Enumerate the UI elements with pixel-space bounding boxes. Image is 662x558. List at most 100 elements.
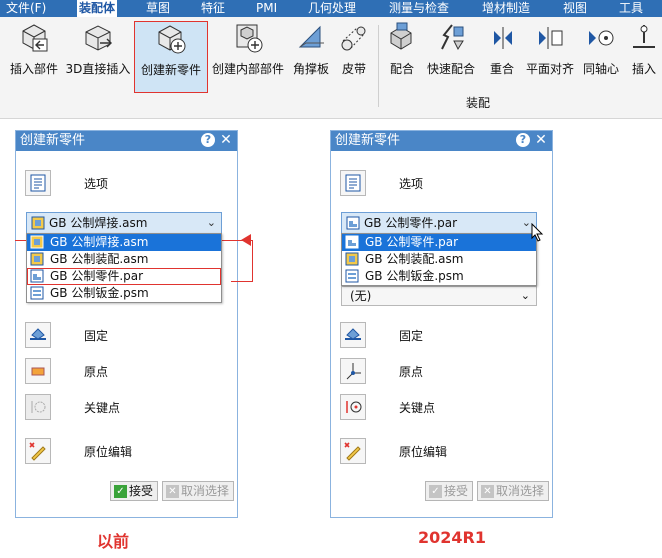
template-combo[interactable]: GB 公制焊接.asm ⌄ [26, 212, 222, 234]
caption-after: 2024R1 [418, 528, 486, 547]
belt-icon [341, 26, 366, 51]
list-item[interactable]: GB 公制钣金.psm [27, 285, 221, 302]
insert-component-button[interactable]: 插入部件 [6, 21, 62, 77]
origin-row[interactable]: 原点 [331, 355, 552, 385]
coincident-icon [494, 27, 512, 49]
create-in-place-icon [236, 24, 263, 53]
menu-measure[interactable]: 测量与检查 [389, 0, 449, 17]
origin-icon[interactable] [25, 358, 51, 384]
options-row[interactable]: 选项 [16, 167, 237, 197]
ribbon-group-separator [378, 25, 379, 107]
keypoint-icon[interactable] [25, 394, 51, 420]
create-new-part-button[interactable]: 创建新零件 [134, 21, 208, 93]
list-item[interactable]: GB 公制零件.par [27, 268, 221, 285]
close-icon[interactable]: ✕ [534, 133, 548, 147]
belt-label: 皮带 [341, 62, 366, 76]
planar-align-label: 平面对齐 [525, 62, 574, 76]
gusset-label: 角撑板 [292, 62, 329, 76]
options-icon[interactable] [25, 170, 51, 196]
menu-feature[interactable]: 特征 [201, 0, 225, 17]
gusset-button[interactable]: 角撑板 [290, 21, 332, 77]
ground-icon[interactable] [25, 322, 51, 348]
insert-button[interactable]: 插入 [628, 21, 660, 77]
annotation-line [252, 240, 253, 282]
create-in-place-label: 创建内部部件 [211, 62, 284, 76]
list-item-label: GB 公制装配.asm [365, 252, 464, 266]
menu-tools[interactable]: 工具 [619, 0, 643, 17]
create-new-part-dialog-before: 创建新零件 ? ✕ 选项 GB 公制焊接.asm ⌄ GB 公制焊接.asm G… [15, 130, 238, 518]
list-item-label: GB 公制焊接.asm [50, 235, 149, 249]
check-icon: ✓ [114, 484, 127, 498]
par-file-icon [30, 269, 44, 283]
secondary-combo[interactable]: (无) ⌄ [341, 286, 537, 306]
options-row[interactable]: 选项 [331, 167, 552, 197]
template-dropdown-list: GB 公制焊接.asm GB 公制装配.asm GB 公制零件.par GB 公… [26, 233, 222, 303]
list-item[interactable]: GB 公制钣金.psm [342, 268, 536, 285]
direct-insert-3d-button[interactable]: 3D直接插入 [64, 21, 132, 77]
list-item-label: GB 公制钣金.psm [365, 269, 464, 283]
keypoint-icon[interactable] [340, 394, 366, 420]
axial-align-button[interactable]: 同轴心 [582, 21, 620, 77]
template-combo[interactable]: GB 公制零件.par ⌄ [341, 212, 537, 234]
in-place-edit-row[interactable]: 原位编辑 [331, 435, 552, 465]
menu-additive[interactable]: 增材制造 [482, 0, 530, 17]
in-place-edit-label: 原位编辑 [84, 445, 133, 459]
chevron-down-icon[interactable]: ⌄ [207, 213, 216, 233]
list-item[interactable]: GB 公制装配.asm [27, 251, 221, 268]
mate-button[interactable]: 配合 [384, 21, 420, 77]
help-icon[interactable]: ? [516, 133, 530, 147]
origin-icon[interactable] [340, 358, 366, 384]
accept-label: 接受 [129, 484, 154, 498]
direct-insert-3d-label: 3D直接插入 [65, 62, 131, 76]
deselect-button[interactable]: ✕ 取消选择 [162, 481, 235, 501]
list-item[interactable]: GB 公制装配.asm [342, 251, 536, 268]
close-icon[interactable]: ✕ [219, 133, 233, 147]
origin-label: 原点 [399, 365, 424, 379]
menu-pmi[interactable]: PMI [256, 0, 277, 17]
quick-mate-button[interactable]: 快速配合 [424, 21, 478, 77]
deselect-button[interactable]: ✕ 取消选择 [477, 481, 550, 501]
asm-file-icon [345, 252, 359, 266]
keypoint-row[interactable]: 关键点 [331, 391, 552, 421]
create-new-part-label: 创建新零件 [140, 63, 201, 77]
help-icon[interactable]: ? [201, 133, 215, 147]
in-place-edit-row[interactable]: 原位编辑 [16, 435, 237, 465]
deselect-label: 取消选择 [496, 484, 545, 498]
ground-row[interactable]: 固定 [331, 319, 552, 349]
accept-label: 接受 [444, 484, 469, 498]
dialog-title-bar: 创建新零件 ? ✕ [16, 131, 237, 151]
chevron-down-icon[interactable]: ⌄ [521, 287, 530, 305]
keypoint-row[interactable]: 关键点 [16, 391, 237, 421]
in-place-edit-icon[interactable] [340, 438, 366, 464]
direct-insert-3d-icon [85, 25, 112, 51]
menu-assembly[interactable]: 装配体 [77, 0, 118, 17]
insert-icon [633, 25, 655, 48]
in-place-edit-icon[interactable] [25, 438, 51, 464]
origin-label: 原点 [84, 365, 109, 379]
menu-file[interactable]: 文件(F) [6, 0, 46, 17]
x-icon: ✕ [166, 484, 179, 498]
create-in-place-component-button[interactable]: 创建内部部件 [208, 21, 288, 77]
belt-button[interactable]: 皮带 [334, 21, 374, 77]
coincident-button[interactable]: 重合 [486, 21, 518, 77]
ground-row[interactable]: 固定 [16, 319, 237, 349]
list-item[interactable]: GB 公制零件.par [342, 234, 536, 251]
keypoint-label: 关键点 [399, 401, 436, 415]
list-item-label: GB 公制钣金.psm [50, 286, 149, 300]
deselect-label: 取消选择 [181, 484, 230, 498]
asm-file-icon [30, 235, 44, 249]
accept-button[interactable]: ✓ 接受 [425, 481, 474, 501]
options-label: 选项 [399, 177, 424, 191]
accept-button[interactable]: ✓ 接受 [110, 481, 159, 501]
list-item[interactable]: GB 公制焊接.asm [27, 234, 221, 251]
check-icon: ✓ [429, 484, 442, 498]
origin-row[interactable]: 原点 [16, 355, 237, 385]
menu-view[interactable]: 视图 [563, 0, 587, 17]
menu-geometry[interactable]: 几何处理 [308, 0, 356, 17]
planar-align-button[interactable]: 平面对齐 [524, 21, 576, 77]
planar-align-icon [539, 27, 563, 49]
ground-icon[interactable] [340, 322, 366, 348]
options-icon[interactable] [340, 170, 366, 196]
in-place-edit-label: 原位编辑 [399, 445, 448, 459]
menu-sketch[interactable]: 草图 [146, 0, 170, 17]
